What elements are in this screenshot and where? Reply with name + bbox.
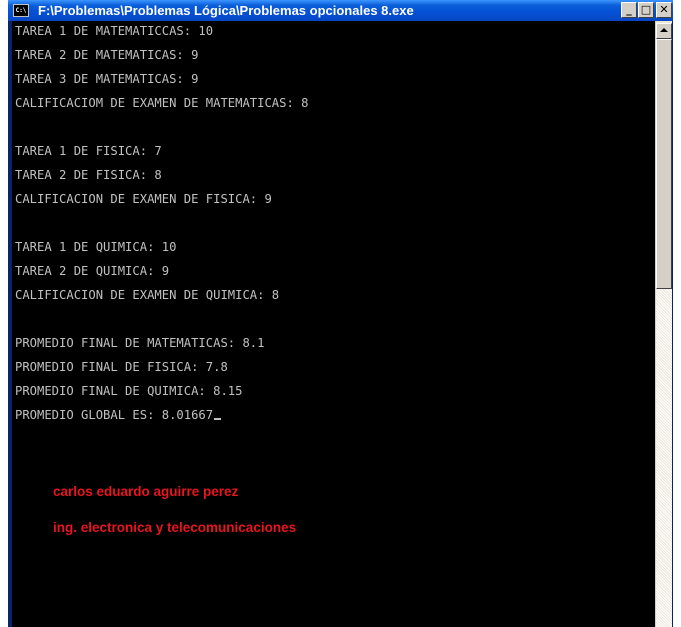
console-lines: TAREA 1 DE MATEMATICCAS: 10 TAREA 2 DE M… [15,21,309,429]
console-line: PROMEDIO FINAL DE QUIMICA: 8.15 [15,384,243,398]
console-line: TAREA 2 DE QUIMICA: 9 [15,264,170,278]
close-button[interactable]: ✕ [656,2,672,18]
desktop-background-left [0,0,8,627]
console-line: CALIFICACIOM DE EXAMEN DE MATEMATICAS: 8 [15,96,309,110]
console-line: CALIFICACION DE EXAMEN DE FISICA: 9 [15,192,272,206]
console-window: C:\ F:\Problemas\Problemas Lógica\Proble… [8,0,673,627]
console-line: CALIFICACION DE EXAMEN DE QUIMICA: 8 [15,288,280,302]
vertical-scrollbar[interactable] [655,21,672,627]
text-cursor [214,418,222,420]
maximize-button[interactable]: □ [638,2,654,18]
console-line: TAREA 1 DE FISICA: 7 [15,144,162,158]
console-line: TAREA 2 DE FISICA: 8 [15,168,162,182]
console-line: TAREA 2 DE MATEMATICAS: 9 [15,48,199,62]
console-last-line: PROMEDIO GLOBAL ES: 8.01667 [15,405,309,429]
console-line: TAREA 1 DE QUIMICA: 10 [15,240,177,254]
console-line-text: PROMEDIO GLOBAL ES: 8.01667 [15,408,214,422]
console-line: TAREA 1 DE MATEMATICCAS: 10 [15,24,214,38]
console-line: PROMEDIO FINAL DE FISICA: 7.8 [15,360,228,374]
console-line: TAREA 3 DE MATEMATICAS: 9 [15,72,199,86]
window-title: F:\Problemas\Problemas Lógica\Problemas … [38,3,414,18]
console-app-icon[interactable]: C:\ [13,4,29,17]
title-bar[interactable]: C:\ F:\Problemas\Problemas Lógica\Proble… [8,0,673,21]
author-career: ing. electronica y telecomunicaciones [53,520,297,535]
author-name: carlos eduardo aguirre perez [53,484,239,499]
scrollbar-thumb[interactable] [656,39,672,289]
console-output-area[interactable]: TAREA 1 DE MATEMATICCAS: 10 TAREA 2 DE M… [12,21,655,627]
scroll-up-arrow-icon[interactable] [656,23,672,39]
console-line: PROMEDIO FINAL DE MATEMATICAS: 8.1 [15,336,265,350]
minimize-button[interactable]: _ [621,2,637,18]
scrollbar-track[interactable] [656,289,672,627]
desktop-background-right [673,0,681,627]
